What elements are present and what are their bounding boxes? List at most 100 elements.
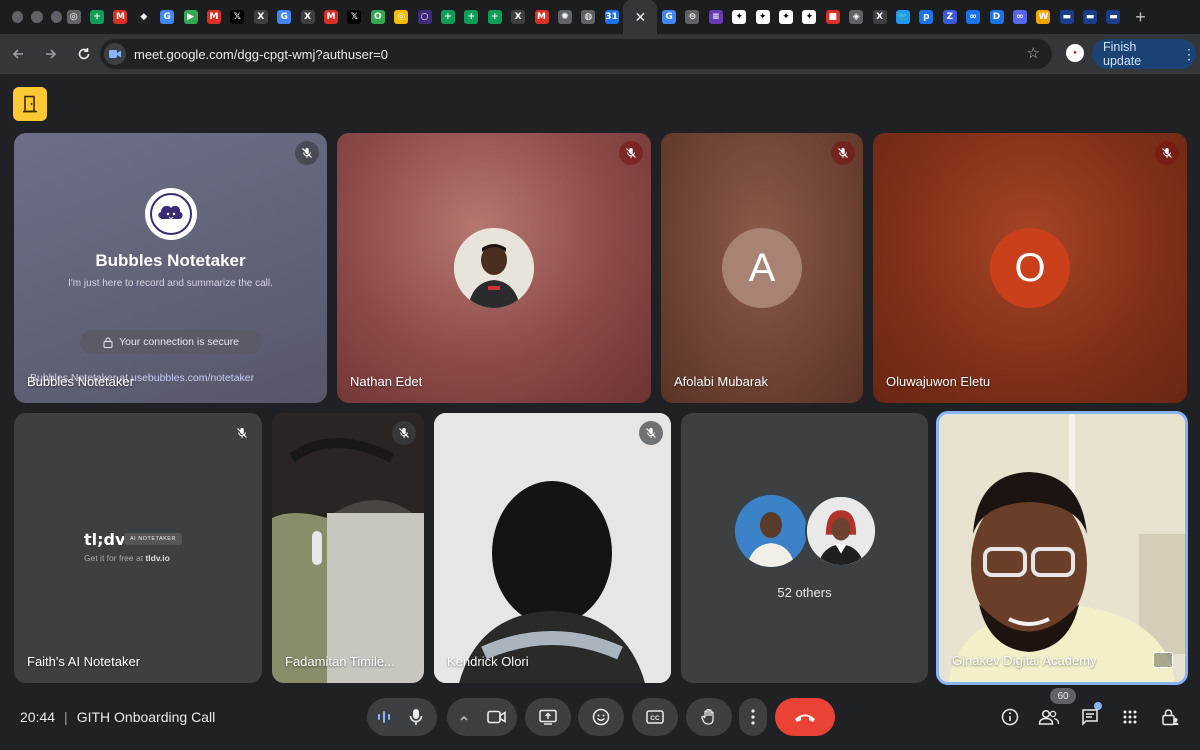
url-text[interactable]: meet.google.com/dgg-cpgt-wmj?authuser=0	[134, 47, 388, 62]
close-tab-icon[interactable]: ✕	[635, 9, 647, 26]
browser-tab[interactable]: ▬	[1055, 0, 1078, 34]
audio-level-icon[interactable]	[377, 709, 391, 730]
browser-tab[interactable]: p	[915, 0, 938, 34]
browser-tab[interactable]: 𝕏	[226, 0, 249, 34]
captions-button[interactable]: CC	[632, 698, 678, 736]
browser-tab[interactable]: 🐦	[891, 0, 914, 34]
browser-tab[interactable]: M	[530, 0, 553, 34]
browser-tab[interactable]: +	[85, 0, 108, 34]
browser-tab[interactable]: Z	[938, 0, 961, 34]
browser-tab[interactable]: ∞	[1008, 0, 1031, 34]
browser-tab[interactable]: ◈	[845, 0, 868, 34]
browser-tab[interactable]: ✦	[798, 0, 821, 34]
meet-site-icon[interactable]	[104, 43, 126, 65]
chat-button[interactable]	[1079, 706, 1101, 728]
close-window-button[interactable]	[12, 11, 24, 23]
browser-tab[interactable]: D	[985, 0, 1008, 34]
browser-tab[interactable]: W	[1032, 0, 1055, 34]
browser-tab[interactable]: ◎	[62, 0, 85, 34]
browser-tab[interactable]: ▬	[1102, 0, 1125, 34]
dark-blue-icon: ▬	[1083, 10, 1098, 24]
lock-person-icon	[1162, 709, 1179, 726]
picture-in-picture-icon[interactable]	[1153, 652, 1173, 668]
bubbles-footer-link[interactable]: usebubbles.com/notetaker	[131, 372, 254, 384]
people-button[interactable]	[1038, 706, 1060, 728]
browser-tab[interactable]: +	[436, 0, 459, 34]
participant-tile-faith[interactable]: tl;dv AI NOTETAKER Get it for free at tl…	[14, 413, 262, 683]
browser-tab[interactable]: ▬	[1078, 0, 1101, 34]
window-controls	[0, 11, 62, 23]
browser-tab[interactable]: ⊖	[681, 0, 704, 34]
browser-tab[interactable]: ✦	[774, 0, 797, 34]
participant-tile-oluwajuwon[interactable]: O Oluwajuwon Eletu	[873, 133, 1187, 403]
browser-tab[interactable]: ✦	[728, 0, 751, 34]
participant-tile-nathan[interactable]: Nathan Edet	[337, 133, 651, 403]
browser-tab[interactable]: +	[460, 0, 483, 34]
present-screen-button[interactable]	[525, 698, 571, 736]
link-icon: ∞	[966, 10, 981, 24]
profile-avatar[interactable]: ●	[1066, 44, 1084, 62]
new-tab-button[interactable]: +	[1125, 7, 1156, 28]
participant-tile-fadamitan[interactable]: Fadamitan Timile...	[272, 413, 424, 683]
video-camera-icon[interactable]	[487, 710, 507, 729]
browser-tab[interactable]: ■	[821, 0, 844, 34]
browser-tab[interactable]: ◆	[132, 0, 155, 34]
browser-tab[interactable]: G	[657, 0, 680, 34]
browser-tab[interactable]: ○	[413, 0, 436, 34]
d-icon: D	[989, 10, 1004, 24]
browser-tab[interactable]: M	[202, 0, 225, 34]
participant-tile-afolabi[interactable]: A Afolabi Mubarak	[661, 133, 863, 403]
x-circle-icon: X	[511, 10, 526, 24]
camera-control-group	[447, 698, 517, 736]
more-options-button[interactable]	[739, 698, 767, 736]
meeting-room-button[interactable]	[13, 87, 47, 121]
microphone-icon[interactable]	[409, 708, 423, 731]
minimize-window-button[interactable]	[31, 11, 43, 23]
activities-button[interactable]	[1119, 706, 1141, 728]
infinity-icon: ∞	[1012, 10, 1027, 24]
bookmark-star-icon[interactable]: ☆	[1027, 44, 1040, 62]
back-button[interactable]	[3, 39, 33, 69]
participant-name: Oluwajuwon Eletu	[886, 374, 991, 389]
host-controls-button[interactable]	[1159, 706, 1181, 728]
browser-tab[interactable]: X	[296, 0, 319, 34]
browser-tab[interactable]: 31	[600, 0, 623, 34]
tldv-promo-link[interactable]: tldv.io	[145, 553, 169, 563]
browser-tab[interactable]: O	[366, 0, 389, 34]
leave-call-button[interactable]	[775, 698, 835, 736]
browser-tab[interactable]: 𝕏	[343, 0, 366, 34]
browser-tab[interactable]: +	[483, 0, 506, 34]
finish-update-button[interactable]: Finish update ⋮	[1092, 39, 1196, 69]
google-icon: G	[277, 10, 292, 24]
reactions-button[interactable]	[578, 698, 624, 736]
browser-tab[interactable]: ◍	[577, 0, 600, 34]
browser-tab[interactable]: X	[868, 0, 891, 34]
gmail-icon: M	[534, 10, 549, 24]
participant-tile-kendrick[interactable]: Kendrick Olori	[434, 413, 671, 683]
chevron-up-icon[interactable]	[459, 710, 469, 728]
reload-button[interactable]	[69, 39, 99, 69]
browser-tab[interactable]: ▶	[179, 0, 202, 34]
browser-tab[interactable]: M	[319, 0, 342, 34]
browser-tab[interactable]: ◎	[389, 0, 412, 34]
meeting-details-button[interactable]	[999, 706, 1021, 728]
blue-z-icon: Z	[942, 10, 957, 24]
browser-tab[interactable]: ≡	[704, 0, 727, 34]
browser-tab[interactable]: X	[506, 0, 529, 34]
participant-tile-ginakev[interactable]: Ginakev Digital Academy	[936, 411, 1188, 685]
browser-tab[interactable]: ✦	[751, 0, 774, 34]
raise-hand-button[interactable]	[686, 698, 732, 736]
browser-tab[interactable]: ✺	[553, 0, 576, 34]
address-bar[interactable]: meet.google.com/dgg-cpgt-wmj?authuser=0 …	[100, 39, 1052, 69]
browser-tab[interactable]: G	[156, 0, 179, 34]
zoom-window-button[interactable]	[50, 11, 62, 23]
browser-tab[interactable]: G	[273, 0, 296, 34]
browser-tab-strip: ◎ + M ◆ G ▶ M 𝕏 X G X M 𝕏 O ◎ ○ + + + X M ✺ ◍ 31 ✕ G ⊖ ≡ ✦ ✦ ✦ ✦ ■ ◈ X 🐦 p Z ∞…	[0, 0, 1200, 34]
browser-tab[interactable]: ∞	[961, 0, 984, 34]
browser-tab[interactable]: M	[109, 0, 132, 34]
active-tab-meet[interactable]: ✕	[623, 0, 658, 34]
browser-tab[interactable]: X	[249, 0, 272, 34]
participant-tile-others[interactable]: 52 others	[681, 413, 928, 683]
forward-button[interactable]	[36, 39, 66, 69]
participant-tile-bubbles[interactable]: Bubbles Notetaker I'm just here to recor…	[14, 133, 327, 403]
